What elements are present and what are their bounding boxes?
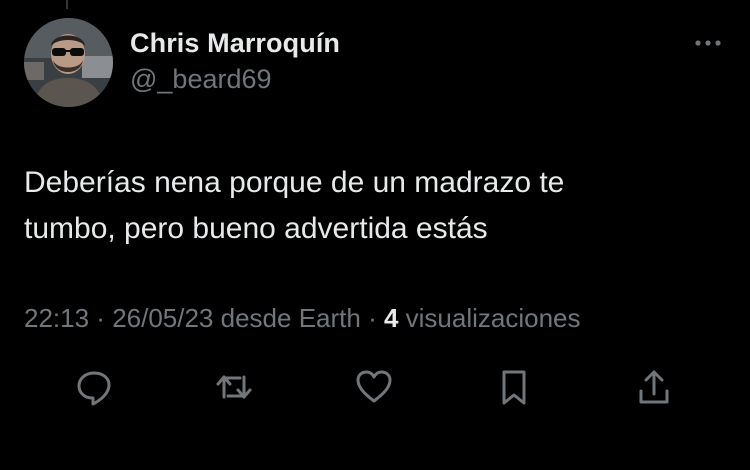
thread-connector-line [66, 0, 68, 9]
bookmark-icon [502, 370, 526, 405]
reply-icon [77, 371, 111, 406]
meta-separator: · [89, 303, 113, 333]
share-icon [639, 370, 669, 404]
tweet-source: desde Earth [213, 303, 361, 333]
author-display-name[interactable]: Chris Marroquín [130, 28, 340, 59]
heart-icon [356, 370, 392, 403]
retweet-icon [216, 375, 252, 399]
tweet-date[interactable]: 26/05/23 [112, 303, 213, 333]
avatar-photo [24, 18, 113, 107]
avatar[interactable] [24, 18, 113, 107]
more-options-button[interactable] [688, 26, 728, 62]
views-label[interactable]: visualizaciones [398, 303, 581, 333]
views-count[interactable]: 4 [384, 303, 398, 333]
author-handle[interactable]: @_beard69 [130, 64, 272, 95]
retweet-button[interactable] [210, 362, 258, 412]
more-dots-icon [695, 40, 721, 46]
reply-button[interactable] [70, 362, 118, 412]
tweet-meta: 22:13 · 26/05/23 desde Earth · 4 visuali… [24, 303, 581, 334]
tweet-text: Deberías nena porque de un madrazo te tu… [24, 166, 565, 245]
tweet-time[interactable]: 22:13 [24, 303, 89, 333]
bookmark-button[interactable] [490, 362, 538, 412]
meta-separator: · [360, 303, 384, 333]
share-button[interactable] [630, 362, 678, 412]
like-button[interactable] [350, 362, 398, 412]
tweet-actions-bar [0, 362, 750, 412]
